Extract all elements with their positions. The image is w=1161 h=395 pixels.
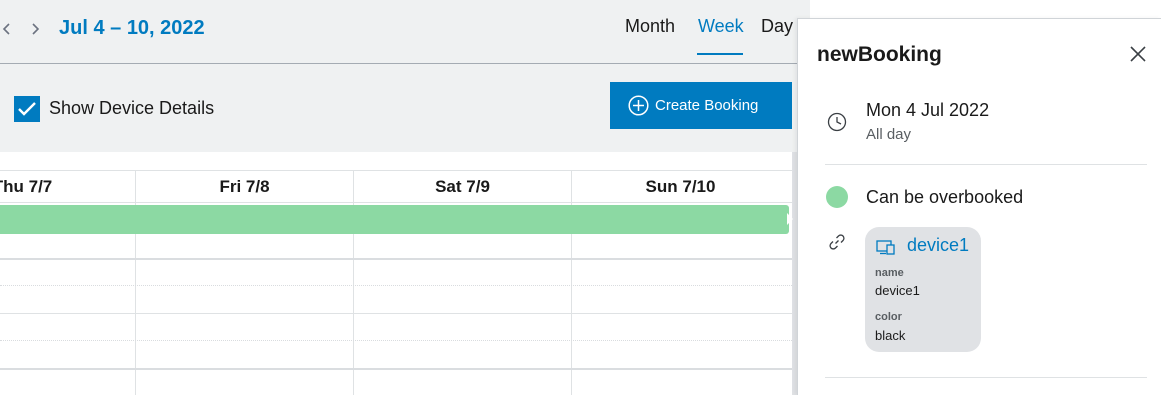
device-prop-label: name (875, 267, 904, 279)
popup-title: newBooking (817, 43, 942, 66)
booking-event-bar[interactable] (0, 205, 789, 234)
grid-line (0, 340, 792, 341)
tab-week[interactable]: Week (698, 15, 744, 37)
grid-divider (571, 170, 572, 395)
divider (825, 164, 1147, 165)
device-prop-label: color (875, 311, 902, 323)
link-icon (829, 234, 845, 250)
grid-line (0, 368, 792, 370)
device-prop-value: black (875, 328, 906, 343)
calendar-area: Jul 4 – 10, 2022 Month Week Day Show Dev… (0, 0, 810, 395)
device-name-link[interactable]: device1 (907, 234, 969, 256)
grid-divider (135, 170, 136, 395)
grid-line (0, 202, 792, 203)
clock-icon (827, 112, 847, 132)
grid-line (0, 285, 792, 286)
panel-backdrop (810, 0, 1161, 18)
day-header-sun: Sun 7/10 (645, 177, 716, 196)
grid-line (0, 170, 792, 171)
create-booking-label: Create Booking (655, 97, 759, 114)
week-grid: Thu 7/7 Fri 7/8 Sat 7/9 Sun 7/10 (0, 152, 797, 395)
chevron-right-icon[interactable] (28, 18, 42, 40)
device-icon (876, 240, 895, 255)
device-card[interactable]: device1 name device1 color black (865, 227, 981, 352)
day-header-sat: Sat 7/9 (435, 177, 490, 196)
calendar-header: Jul 4 – 10, 2022 Month Week Day (0, 0, 810, 64)
tab-day[interactable]: Day (761, 15, 793, 37)
popup-pointer (787, 213, 793, 225)
day-header-thu: Thu 7/7 (0, 177, 53, 196)
day-header-fri: Fri 7/8 (219, 177, 270, 196)
all-day-label: All day (866, 126, 912, 143)
booking-popup: newBooking Mon 4 Jul 2022 All day Can be… (797, 18, 1161, 395)
divider (825, 377, 1147, 378)
chevron-left-icon[interactable] (0, 18, 14, 40)
overbook-status: Can be overbooked (866, 187, 1024, 207)
add-circle-icon (628, 95, 649, 116)
grid-line (0, 258, 792, 260)
active-tab-indicator (697, 53, 743, 55)
grid-divider (353, 170, 354, 395)
close-icon[interactable] (1128, 44, 1148, 64)
create-booking-button[interactable]: Create Booking (610, 82, 792, 129)
show-device-details-checkbox[interactable] (14, 96, 40, 122)
show-device-details-label: Show Device Details (49, 98, 215, 118)
grid-line (0, 313, 792, 314)
tab-month[interactable]: Month (625, 15, 675, 37)
device-prop-value: device1 (875, 283, 920, 298)
booking-date: Mon 4 Jul 2022 (866, 100, 990, 120)
date-range-title: Jul 4 – 10, 2022 (59, 17, 205, 39)
status-dot (826, 186, 848, 208)
